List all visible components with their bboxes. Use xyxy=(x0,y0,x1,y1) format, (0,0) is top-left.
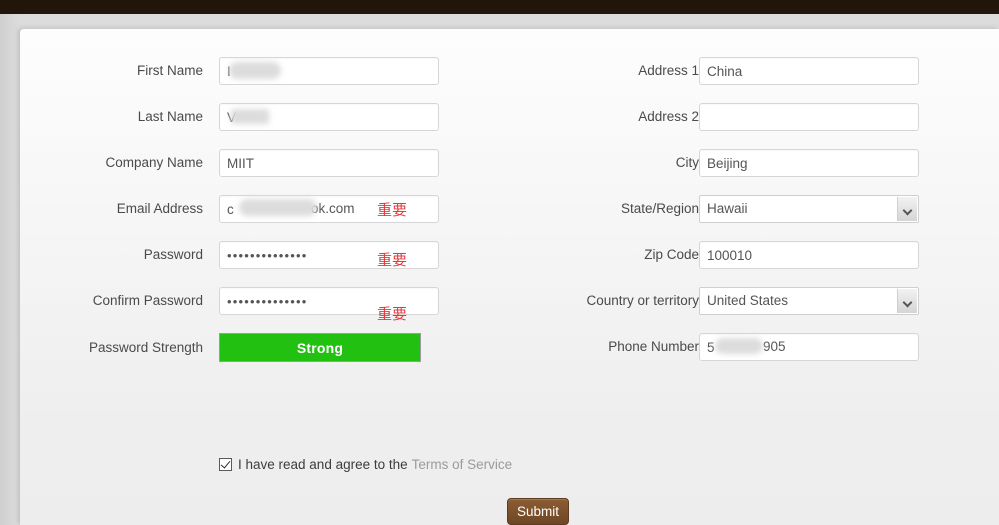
country-territory-select[interactable]: United States xyxy=(699,287,919,315)
label-first-name: First Name xyxy=(137,57,203,85)
field-address-1: Address 1 xyxy=(520,57,919,85)
terms-checkbox[interactable] xyxy=(219,458,232,471)
address-2-input[interactable] xyxy=(699,103,919,131)
input-wrap-address-2 xyxy=(699,103,919,131)
label-address-1: Address 1 xyxy=(638,57,699,85)
input-wrap-last-name xyxy=(219,103,439,131)
chevron-down-icon[interactable] xyxy=(897,197,917,221)
input-wrap-email-address: ok.com 重要 xyxy=(219,195,439,223)
terms-of-service-link[interactable]: Terms of Service xyxy=(412,457,513,472)
submit-button[interactable]: Submit xyxy=(507,498,569,525)
field-password-strength: Password Strength Strong xyxy=(20,333,439,363)
registration-card: First Name Last Name Company Name xyxy=(20,29,999,525)
terms-row: I have read and agree to the Terms of Se… xyxy=(219,457,512,472)
password-strength-bar: Strong xyxy=(219,333,421,362)
input-wrap-city xyxy=(699,149,919,177)
password-strength-wrap: Strong xyxy=(219,333,421,362)
label-city: City xyxy=(676,149,699,177)
select-wrap-state-region: Hawaii xyxy=(699,195,919,223)
field-country-territory: Country or territory United States xyxy=(520,287,919,315)
chevron-down-icon[interactable] xyxy=(897,289,917,313)
label-zip-code: Zip Code xyxy=(644,241,699,269)
city-input[interactable] xyxy=(699,149,919,177)
label-email-address: Email Address xyxy=(117,195,203,223)
input-wrap-address-1 xyxy=(699,57,919,85)
state-region-select[interactable]: Hawaii xyxy=(699,195,919,223)
company-name-input[interactable] xyxy=(219,149,439,177)
label-company-name: Company Name xyxy=(105,149,203,177)
field-password: Password 重要 xyxy=(20,241,439,269)
last-name-input[interactable] xyxy=(219,103,439,131)
field-zip-code: Zip Code xyxy=(520,241,919,269)
phone-suffix-text: 905 xyxy=(763,339,786,354)
label-last-name: Last Name xyxy=(138,103,203,131)
field-last-name: Last Name xyxy=(20,103,439,131)
field-city: City xyxy=(520,149,919,177)
input-wrap-password: 重要 xyxy=(219,241,439,269)
input-wrap-confirm-password: 重要 xyxy=(219,287,439,315)
label-address-2: Address 2 xyxy=(638,103,699,131)
input-wrap-first-name xyxy=(219,57,439,85)
label-confirm-password: Confirm Password xyxy=(93,287,203,315)
select-wrap-country-territory: United States xyxy=(699,287,919,315)
field-email-address: Email Address ok.com 重要 xyxy=(20,195,439,223)
terms-text: I have read and agree to the xyxy=(238,457,408,472)
annotation-email-important: 重要 xyxy=(377,199,407,220)
field-address-2: Address 2 xyxy=(520,103,919,131)
input-wrap-company-name xyxy=(219,149,439,177)
field-company-name: Company Name xyxy=(20,149,439,177)
input-wrap-zip-code xyxy=(699,241,919,269)
address-1-input[interactable] xyxy=(699,57,919,85)
field-phone-number: Phone Number 905 xyxy=(520,333,919,361)
field-state-region: State/Region Hawaii xyxy=(520,195,919,223)
country-territory-value: United States xyxy=(707,293,788,308)
field-confirm-password: Confirm Password 重要 xyxy=(20,287,439,315)
input-wrap-phone-number: 905 xyxy=(699,333,919,361)
zip-code-input[interactable] xyxy=(699,241,919,269)
label-phone-number: Phone Number xyxy=(608,333,699,361)
annotation-password-important: 重要 xyxy=(377,249,407,270)
email-suffix-text: ok.com xyxy=(311,201,355,216)
label-password: Password xyxy=(144,241,203,269)
field-first-name: First Name xyxy=(20,57,439,85)
first-name-input[interactable] xyxy=(219,57,439,85)
page-root: First Name Last Name Company Name xyxy=(0,0,999,525)
state-region-value: Hawaii xyxy=(707,201,748,216)
label-country-territory: Country or territory xyxy=(586,287,699,315)
annotation-confirm-password-important: 重要 xyxy=(377,303,407,324)
phone-number-input[interactable] xyxy=(699,333,919,361)
top-bar xyxy=(0,0,999,14)
label-state-region: State/Region xyxy=(621,195,699,223)
label-password-strength: Password Strength xyxy=(89,333,203,363)
